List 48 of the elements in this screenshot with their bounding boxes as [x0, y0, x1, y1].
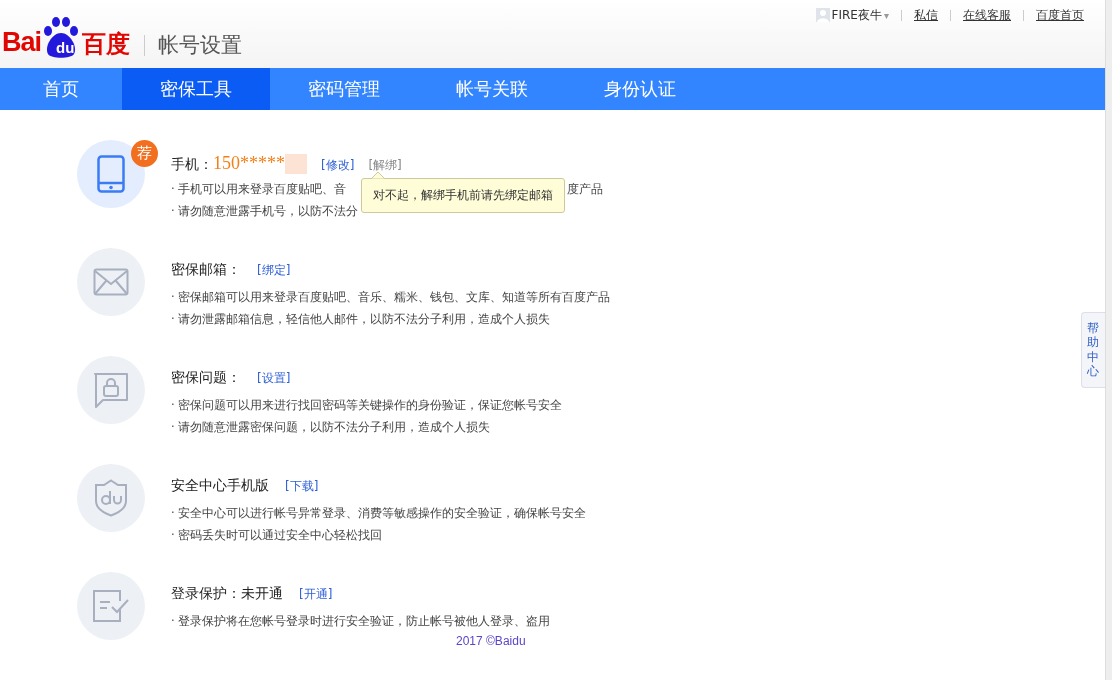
description-text: · 手机可以用来登录百度贴吧、音	[171, 181, 348, 198]
lock-message-icon	[93, 372, 129, 408]
logo-text: Bai	[2, 29, 42, 56]
page-title: 帐号设置	[144, 35, 243, 56]
help-center-tab[interactable]: 帮助中心	[1081, 312, 1106, 388]
action-link[interactable]: [设置]	[257, 370, 291, 387]
description-text: · 登录保护将在您帐号登录时进行安全验证，防止帐号被他人登录、盗用	[171, 613, 551, 630]
header-link[interactable]: 私信	[914, 6, 938, 24]
action-link[interactable]: [开通]	[299, 586, 333, 603]
recommended-badge: 荐	[131, 140, 158, 167]
envelope-icon	[93, 268, 129, 296]
item-title: 密保邮箱：	[171, 261, 241, 279]
logo-text: 百度	[82, 32, 131, 56]
nav-tab[interactable]: 首页	[0, 68, 122, 110]
description-text: · 密保问题可以用来进行找回密码等关键操作的身份验证，保证您帐号安全	[171, 397, 563, 414]
header-link[interactable]: 百度首页	[1036, 6, 1084, 24]
avatar-icon	[815, 8, 830, 22]
checklist-icon	[92, 589, 130, 623]
phone-icon	[97, 155, 125, 193]
description-text: · 请勿随意泄露密保问题，以防不法分子利用，造成个人损失	[171, 419, 492, 436]
item-title: 登录保护：未开通	[171, 585, 283, 603]
description-text: · 密码丢失时可以通过安全中心轻松找回	[171, 527, 384, 544]
nav-tab[interactable]: 密码管理	[270, 68, 418, 110]
header-link[interactable]: 在线客服	[963, 6, 1011, 24]
description-text: · 安全中心可以进行帐号异常登录、消费等敏感操作的安全验证，确保帐号安全	[171, 505, 587, 522]
copyright-text: 2017 ©Baidu	[456, 634, 526, 648]
tooltip: 对不起，解绑手机前请先绑定邮箱	[361, 178, 566, 213]
nav-tab[interactable]: 身份认证	[566, 68, 714, 110]
item-title: 手机：	[171, 156, 213, 174]
item-title: 安全中心手机版	[171, 477, 269, 495]
logo-text: du	[56, 40, 75, 55]
phone-number: 150*****	[213, 153, 285, 174]
item-title: 密保问题：	[171, 369, 241, 387]
tooltip-pointer	[371, 171, 386, 179]
description-text: · 密保邮箱可以用来登录百度贴吧、音乐、糯米、钱包、文库、知道等所有百度产品	[171, 289, 611, 306]
description-text: 度产品	[567, 181, 604, 198]
description-text: · 请勿随意泄露手机号，以防不法分	[171, 203, 359, 220]
nav-tab[interactable]: 密保工具	[122, 68, 270, 110]
shield-icon	[94, 479, 128, 517]
action-link[interactable]: [修改]	[321, 157, 355, 174]
description-text: · 请勿泄露邮箱信息，轻信他人邮件，以防不法分子利用，造成个人损失	[171, 311, 552, 328]
action-link[interactable]: [绑定]	[257, 262, 291, 279]
user-name[interactable]: FIRE夜牛	[831, 6, 882, 24]
scrollbar[interactable]	[1105, 0, 1112, 680]
nav-tab[interactable]: 帐号关联	[418, 68, 566, 110]
paw-icon	[42, 17, 81, 59]
redacted-block	[285, 154, 307, 174]
action-link[interactable]: [下载]	[285, 478, 319, 495]
